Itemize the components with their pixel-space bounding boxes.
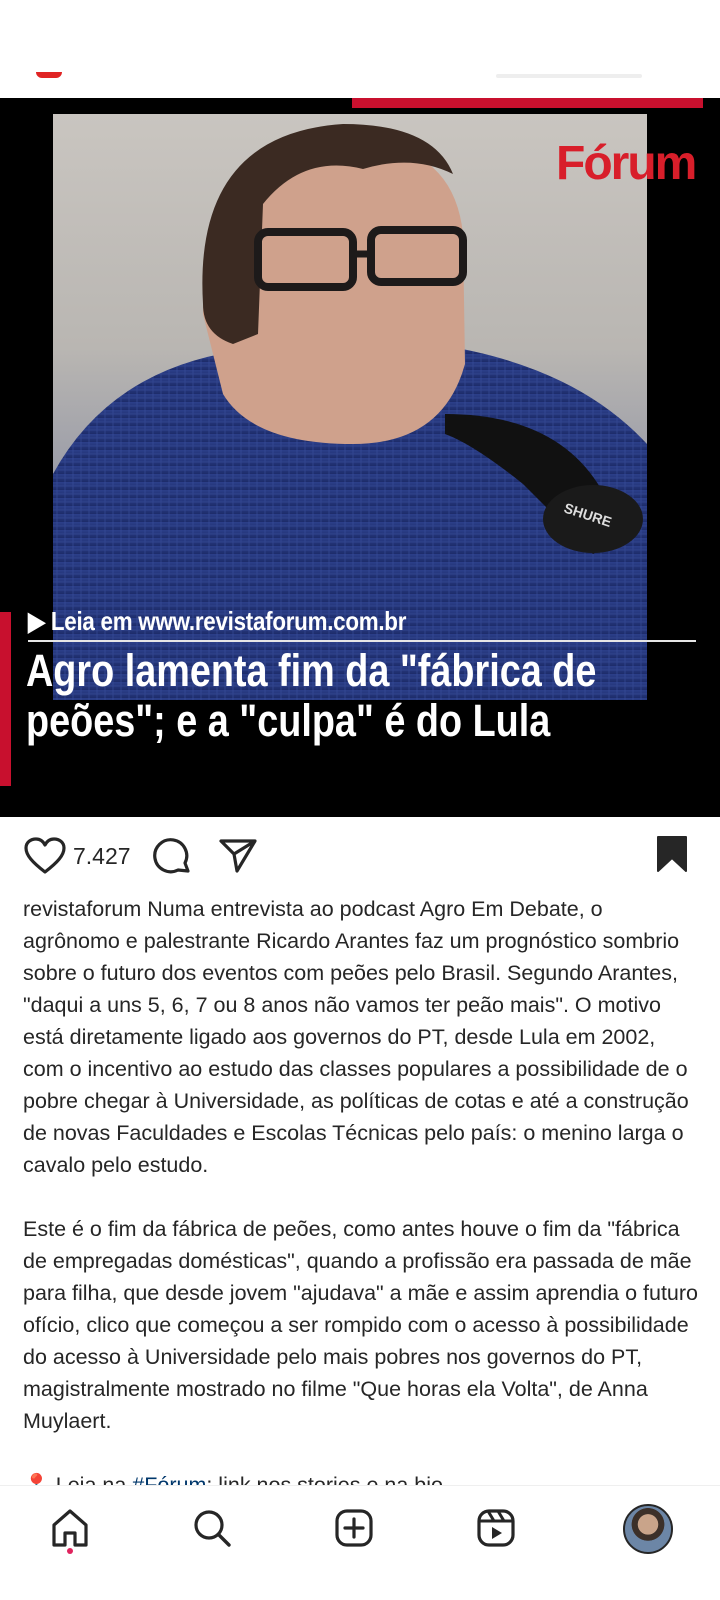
post-actions: 7.427 (0, 825, 720, 885)
top-strip (0, 0, 720, 98)
home-active-dot (67, 1548, 73, 1554)
caption-paragraph-1: revistaforum Numa entrevista ao podcast … (23, 893, 701, 1181)
search-icon (192, 1508, 232, 1553)
comment-icon[interactable] (152, 837, 192, 882)
caption-text-1: Numa entrevista ao podcast Agro Em Debat… (23, 897, 689, 1177)
reels-icon (476, 1508, 516, 1553)
caption-username[interactable]: revistaforum (23, 897, 141, 921)
header-fragment (496, 74, 642, 78)
avatar[interactable] (623, 1504, 673, 1554)
send-icon[interactable] (218, 837, 258, 880)
like-count[interactable]: 7.427 (73, 843, 131, 870)
caption-paragraph-2: Este é o fim da fábrica de peões, como a… (23, 1217, 699, 1433)
plus-square-icon (334, 1508, 374, 1553)
nav-home[interactable] (46, 1506, 94, 1554)
nav-reels[interactable] (472, 1506, 520, 1554)
post-media[interactable]: SHURE Fórum ▶ Leia em www.revistaforum.c… (0, 98, 720, 817)
nav-search[interactable] (188, 1506, 236, 1554)
bookmark-icon[interactable] (656, 835, 688, 878)
headline-divider (28, 640, 696, 642)
home-icon (50, 1508, 90, 1553)
read-more-line: ▶ Leia em www.revistaforum.com.br (28, 606, 407, 636)
bottom-nav (0, 1485, 720, 1600)
story-ring-fragment (36, 72, 62, 78)
post-caption: revistaforum Numa entrevista ao podcast … (23, 893, 701, 1489)
heart-icon[interactable] (24, 837, 66, 880)
forum-logo: Fórum (556, 137, 697, 190)
brand-bar-top (352, 98, 703, 108)
image-headline: Agro lamenta fim da "fábrica de peões"; … (26, 645, 597, 746)
nav-create[interactable] (330, 1506, 378, 1554)
brand-bar-left (0, 612, 11, 786)
